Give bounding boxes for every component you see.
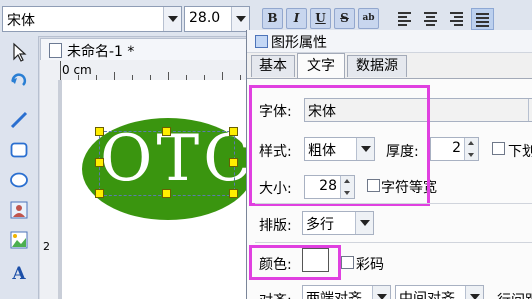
chevron-down-icon[interactable] (231, 7, 249, 31)
bold-button[interactable]: B (262, 8, 283, 29)
selection-box (99, 131, 235, 196)
h-align-select[interactable]: 两端对齐 (302, 285, 391, 299)
font-size-combo[interactable]: 28.0 (184, 6, 250, 32)
align-justify-icon[interactable] (471, 8, 494, 30)
thickness-value: 2 (452, 140, 461, 156)
layout-value: 多行 (306, 217, 334, 233)
font-size-value: 28.0 (189, 10, 221, 26)
font-family-value: 宋体 (7, 13, 35, 29)
left-toolbar: A (0, 36, 39, 299)
color-highlight (249, 245, 341, 280)
divider (255, 242, 532, 243)
chevron-down-icon[interactable] (372, 286, 390, 299)
spinner-arrows-icon[interactable] (464, 138, 478, 160)
text-tab-panel: 字体: 宋体 样式: 粗体 厚度: 2 下划 大小: 28 字符等宽 排版: 多… (247, 78, 532, 299)
ruler-mark: 2 (43, 240, 50, 253)
pointer-icon[interactable] (9, 42, 29, 62)
tab-data-source[interactable]: 数据源 (347, 55, 407, 77)
horizontal-ruler: 0 cm (40, 60, 255, 81)
line-tool-icon[interactable] (9, 110, 29, 130)
divider (255, 203, 532, 204)
text-tool-icon[interactable]: A (9, 262, 29, 282)
h-align-value: 两端对齐 (306, 291, 362, 299)
tab-basic[interactable]: 基本 (251, 55, 295, 77)
ellipse-tool-icon[interactable] (9, 170, 29, 190)
chevron-down-icon[interactable] (163, 7, 181, 31)
align-left-icon[interactable] (394, 8, 415, 28)
v-align-value: 中间对齐 (399, 291, 455, 299)
svg-text:A: A (11, 264, 26, 282)
chevron-down-icon[interactable] (465, 286, 483, 299)
strikethrough-button[interactable]: S (334, 8, 355, 29)
char-spacing-icon[interactable]: ab (358, 8, 379, 29)
alignment-label: 对齐: (259, 290, 292, 299)
designer-screen: 宋体 28.0 B I U S ab A 未命名-1 * 0 cm 2 OTC … (0, 0, 532, 299)
resize-handle[interactable] (229, 189, 238, 198)
underline-checkbox-label: 下划 (508, 144, 532, 160)
resize-handle[interactable] (95, 189, 104, 198)
resize-handle[interactable] (95, 158, 104, 167)
shape-properties-dialog: 图形属性 基本 文字 数据源 字体: 宋体 样式: 粗体 厚度: 2 下划 大小… (246, 30, 532, 299)
font-family-combo[interactable]: 宋体 (2, 6, 182, 32)
dialog-tabs: 基本 文字 数据源 (247, 53, 532, 78)
dialog-title-bar[interactable]: 图形属性 (247, 30, 532, 53)
align-center-icon[interactable] (420, 8, 441, 28)
canvas-shadow (58, 80, 62, 299)
rotate-icon[interactable] (9, 70, 29, 90)
document-icon (49, 43, 62, 58)
layout-select[interactable]: 多行 (302, 211, 374, 235)
v-align-select[interactable]: 中间对齐 (395, 285, 484, 299)
multicolor-checkbox[interactable] (341, 256, 354, 269)
line-spacing-label: 行间距 (497, 290, 532, 299)
resize-handle[interactable] (229, 158, 238, 167)
ruler-unit-label: 0 cm (62, 63, 92, 77)
resize-handle[interactable] (162, 127, 171, 136)
underline-button[interactable]: U (310, 8, 331, 29)
document-tab-label: 未命名-1 * (67, 44, 135, 60)
align-right-icon[interactable] (446, 8, 467, 28)
layout-label: 排版: (259, 218, 292, 234)
dialog-title: 图形属性 (271, 35, 327, 51)
font-settings-highlight (249, 85, 430, 206)
italic-button[interactable]: I (286, 8, 307, 29)
thickness-stepper[interactable]: 2 (430, 137, 479, 161)
resize-handle[interactable] (229, 127, 238, 136)
image-tool-icon[interactable] (9, 200, 29, 220)
picture-tool-icon[interactable] (9, 230, 29, 250)
document-tab[interactable]: 未命名-1 * (40, 38, 257, 61)
multicolor-label: 彩码 (356, 257, 384, 273)
chevron-down-icon[interactable] (355, 212, 373, 234)
resize-handle[interactable] (95, 127, 104, 136)
rectangle-tool-icon[interactable] (9, 140, 29, 160)
tab-text[interactable]: 文字 (297, 53, 345, 78)
properties-icon (255, 35, 268, 48)
resize-handle[interactable] (162, 189, 171, 198)
vertical-ruler: 2 (40, 80, 59, 299)
underline-checkbox[interactable] (492, 142, 505, 155)
